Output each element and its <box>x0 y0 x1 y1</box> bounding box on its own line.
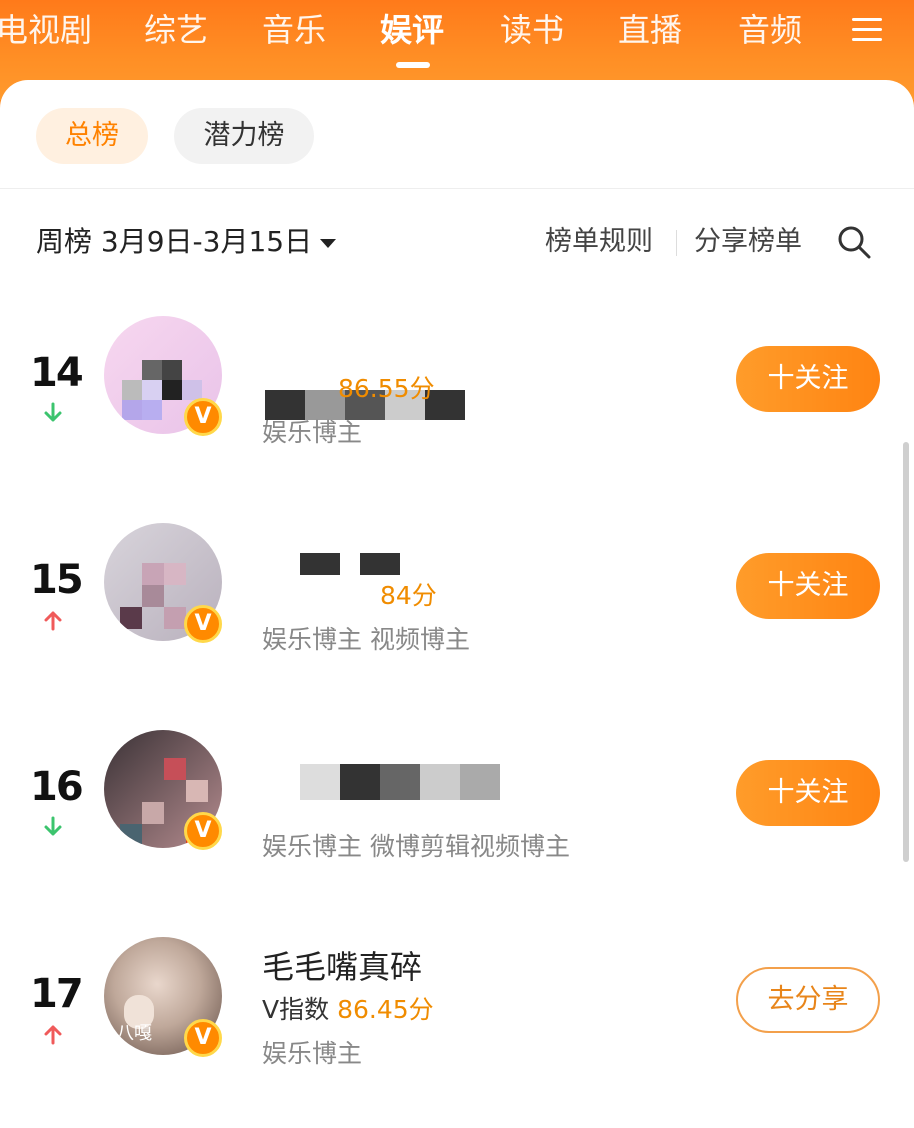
trend-down-icon <box>44 402 62 422</box>
separator <box>676 230 677 256</box>
follow-button[interactable]: 十关注 <box>736 553 880 619</box>
chip-potential[interactable]: 潜力榜 <box>174 108 314 164</box>
list-item[interactable]: 14 V 86.55分 娱乐博主 十关注 <box>0 310 914 480</box>
tab-entertainment-review[interactable]: 娱评 <box>380 8 444 52</box>
user-tags: 娱乐博主 <box>262 418 363 447</box>
trend-up-icon <box>44 611 62 631</box>
redacted-block <box>340 764 380 800</box>
filter-bar: 周榜 3月9日-3月15日 榜单规则 分享榜单 <box>0 220 914 264</box>
v-index-label: V指数 <box>262 995 330 1024</box>
rules-link[interactable]: 榜单规则 <box>545 220 653 264</box>
tab-live[interactable]: 直播 <box>618 8 682 52</box>
list-item[interactable]: 17 八嘎 V 毛毛嘴真碎 V指数 86.45分 娱乐博主 去分享 <box>0 931 914 1101</box>
v-index-score: 86.45分 <box>337 995 434 1024</box>
verified-badge-icon: V <box>184 398 222 436</box>
caret-down-icon <box>320 238 337 248</box>
user-tags: 娱乐博主 微博剪辑视频博主 <box>262 832 570 861</box>
share-button[interactable]: 去分享 <box>736 967 880 1033</box>
period-label: 周榜 3月9日-3月15日 <box>36 225 313 258</box>
rank-number: 17 <box>30 971 84 1017</box>
avatar-caption: 八嘎 <box>116 1023 152 1044</box>
user-tags: 娱乐博主 <box>262 1039 363 1068</box>
follow-button[interactable]: 十关注 <box>736 760 880 826</box>
tab-music[interactable]: 音乐 <box>262 8 326 52</box>
list-item[interactable]: 15 V 84分 娱乐博主 视频博主 十关注 <box>0 517 914 687</box>
tab-audio[interactable]: 音频 <box>738 8 802 52</box>
active-tab-indicator <box>396 62 430 68</box>
list-item[interactable]: 16 V 娱乐博主 微博剪辑视频博主 十关注 <box>0 724 914 894</box>
trend-down-icon <box>44 816 62 836</box>
tab-variety[interactable]: 综艺 <box>144 8 208 52</box>
redacted-block <box>360 553 400 575</box>
v-index-score: 86.55分 <box>338 374 435 403</box>
menu-icon[interactable] <box>852 14 884 44</box>
period-selector[interactable]: 周榜 3月9日-3月15日 <box>36 220 337 264</box>
redacted-block <box>460 764 500 800</box>
rank-number: 16 <box>30 764 84 810</box>
v-index: V指数 86.45分 <box>262 993 434 1027</box>
chip-overall[interactable]: 总榜 <box>36 108 148 164</box>
share-ranking-link[interactable]: 分享榜单 <box>694 220 802 264</box>
follow-button[interactable]: 十关注 <box>736 346 880 412</box>
tab-reading[interactable]: 读书 <box>500 8 564 52</box>
divider <box>0 188 914 189</box>
v-index: 86.55分 <box>262 372 435 406</box>
redacted-block <box>300 553 340 575</box>
trend-up-icon <box>44 1025 62 1045</box>
v-index: 84分 <box>262 579 437 613</box>
redacted-block <box>300 764 340 800</box>
user-name[interactable]: 毛毛嘴真碎 <box>262 947 422 987</box>
v-index-score: 84分 <box>380 581 437 610</box>
rank-number: 14 <box>30 350 84 396</box>
redacted-block <box>420 764 460 800</box>
user-tags: 娱乐博主 视频博主 <box>262 625 470 654</box>
rank-number: 15 <box>30 557 84 603</box>
verified-badge-icon: V <box>184 605 222 643</box>
scrollbar[interactable] <box>903 442 909 862</box>
verified-badge-icon: V <box>184 812 222 850</box>
verified-badge-icon: V <box>184 1019 222 1057</box>
content-sheet: 总榜 潜力榜 周榜 3月9日-3月15日 榜单规则 分享榜单 14 V 86.5… <box>0 80 914 1128</box>
search-icon[interactable] <box>836 224 872 260</box>
redacted-block <box>380 764 420 800</box>
tab-tv[interactable]: 电视剧 <box>0 8 92 52</box>
